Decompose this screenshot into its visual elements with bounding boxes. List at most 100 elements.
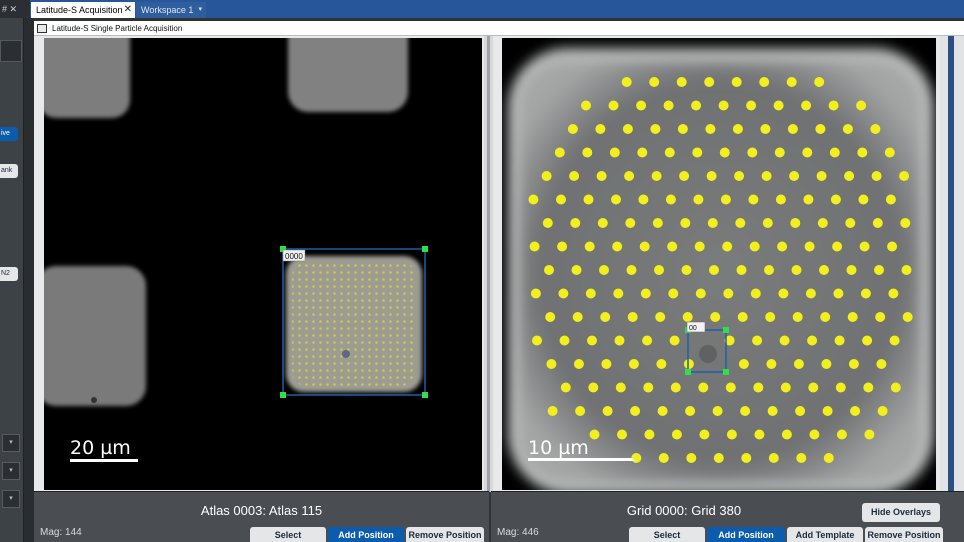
hole-marker[interactable] xyxy=(847,312,858,322)
hole-marker[interactable] xyxy=(663,100,674,111)
hole-marker[interactable] xyxy=(801,100,812,111)
close-icon[interactable]: ✕ xyxy=(124,2,132,18)
hole-marker[interactable] xyxy=(762,218,773,228)
hole-marker[interactable] xyxy=(870,124,881,134)
hole-marker[interactable] xyxy=(773,100,784,111)
selection-handle[interactable] xyxy=(280,392,286,398)
hole-marker[interactable] xyxy=(685,406,696,416)
hole-marker[interactable] xyxy=(792,312,803,322)
hole-marker[interactable] xyxy=(712,406,723,416)
hole-marker[interactable] xyxy=(844,171,855,181)
remove-position-button[interactable]: Remove Position xyxy=(406,527,484,542)
selection-handle[interactable] xyxy=(723,327,729,333)
hole-marker[interactable] xyxy=(832,241,843,252)
sidebar-dropdown-2[interactable]: ▾ xyxy=(2,462,20,480)
hole-marker[interactable] xyxy=(636,100,647,111)
hole-marker[interactable] xyxy=(741,453,752,463)
tab-workspace-1[interactable]: Workspace 1 ▾ xyxy=(136,2,206,18)
hole-marker[interactable] xyxy=(686,453,697,463)
hole-marker[interactable] xyxy=(532,335,542,346)
hole-marker[interactable] xyxy=(572,312,583,322)
hole-marker[interactable] xyxy=(546,359,557,369)
hole-marker[interactable] xyxy=(723,288,734,299)
hole-marker[interactable] xyxy=(807,335,818,346)
hole-marker[interactable] xyxy=(857,147,868,158)
hole-marker[interactable] xyxy=(796,453,807,463)
hole-marker[interactable] xyxy=(651,171,662,181)
hole-marker[interactable] xyxy=(596,171,607,181)
hole-marker[interactable] xyxy=(888,288,899,299)
hole-marker[interactable] xyxy=(611,194,621,205)
hole-marker[interactable] xyxy=(830,194,841,205)
tab-latitude-s-acquisition[interactable]: Latitude-S Acquisition ✕ xyxy=(31,2,135,18)
sidebar-button-blank[interactable]: ank xyxy=(0,164,18,178)
hole-marker[interactable] xyxy=(722,241,733,252)
hole-marker[interactable] xyxy=(899,171,910,181)
hole-marker[interactable] xyxy=(542,218,553,228)
hole-marker[interactable] xyxy=(707,218,718,228)
hole-marker[interactable] xyxy=(671,429,682,440)
hole-marker[interactable] xyxy=(698,382,709,393)
hole-marker[interactable] xyxy=(668,288,679,299)
hole-marker[interactable] xyxy=(789,171,800,181)
hole-marker[interactable] xyxy=(846,265,857,275)
hole-marker[interactable] xyxy=(705,124,716,134)
hole-marker[interactable] xyxy=(829,147,840,158)
hole-marker[interactable] xyxy=(736,265,747,275)
hole-marker[interactable] xyxy=(665,194,676,205)
hole-marker[interactable] xyxy=(602,406,613,416)
hole-marker[interactable] xyxy=(569,171,580,181)
selection-handle[interactable] xyxy=(685,369,691,375)
hole-marker[interactable] xyxy=(573,359,584,369)
hole-marker[interactable] xyxy=(872,218,883,228)
hole-marker[interactable] xyxy=(582,147,593,158)
hole-marker[interactable] xyxy=(630,406,641,416)
hole-marker[interactable] xyxy=(804,241,815,252)
hole-marker[interactable] xyxy=(567,124,578,134)
hole-marker[interactable] xyxy=(640,288,651,299)
hole-marker[interactable] xyxy=(877,406,888,416)
hole-marker[interactable] xyxy=(583,194,594,205)
hole-marker[interactable] xyxy=(628,359,639,369)
sidebar-button-n2[interactable]: N2 xyxy=(0,267,18,281)
hole-marker[interactable] xyxy=(761,171,772,181)
panel-splitter[interactable] xyxy=(484,36,493,492)
hole-marker[interactable] xyxy=(864,429,875,440)
add-template-button[interactable]: Add Template xyxy=(787,527,863,542)
hole-marker[interactable] xyxy=(683,359,694,369)
hole-marker[interactable] xyxy=(753,382,764,393)
hole-marker[interactable] xyxy=(720,194,731,205)
hole-marker[interactable] xyxy=(737,312,748,322)
hole-marker[interactable] xyxy=(834,335,845,346)
hole-marker[interactable] xyxy=(848,359,859,369)
hole-marker[interactable] xyxy=(642,335,653,346)
hole-marker[interactable] xyxy=(528,194,539,205)
hole-marker[interactable] xyxy=(875,312,886,322)
hole-marker[interactable] xyxy=(587,335,597,346)
hole-marker[interactable] xyxy=(887,241,898,252)
hole-marker[interactable] xyxy=(677,124,688,134)
hole-marker[interactable] xyxy=(791,265,802,275)
hole-marker[interactable] xyxy=(819,265,829,275)
hole-marker[interactable] xyxy=(530,288,541,299)
hole-marker[interactable] xyxy=(667,241,678,252)
add-position-button[interactable]: Add Position xyxy=(328,527,404,542)
hole-marker[interactable] xyxy=(709,265,719,275)
hole-marker[interactable] xyxy=(816,171,827,181)
hole-marker[interactable] xyxy=(749,241,760,252)
hole-marker[interactable] xyxy=(544,265,554,275)
grid-square-image[interactable]: 00 10 µm xyxy=(502,38,936,490)
hole-marker[interactable] xyxy=(828,100,839,111)
hole-marker[interactable] xyxy=(652,218,663,228)
hole-marker[interactable] xyxy=(571,265,582,275)
hole-marker[interactable] xyxy=(693,194,704,205)
hole-marker[interactable] xyxy=(845,218,856,228)
hole-marker[interactable] xyxy=(780,382,791,393)
hole-marker[interactable] xyxy=(764,265,774,275)
hole-marker[interactable] xyxy=(601,359,612,369)
hole-marker[interactable] xyxy=(779,335,790,346)
hole-marker[interactable] xyxy=(599,265,609,275)
hole-marker[interactable] xyxy=(900,218,911,228)
hole-marker[interactable] xyxy=(622,124,633,134)
hole-marker[interactable] xyxy=(859,241,870,252)
